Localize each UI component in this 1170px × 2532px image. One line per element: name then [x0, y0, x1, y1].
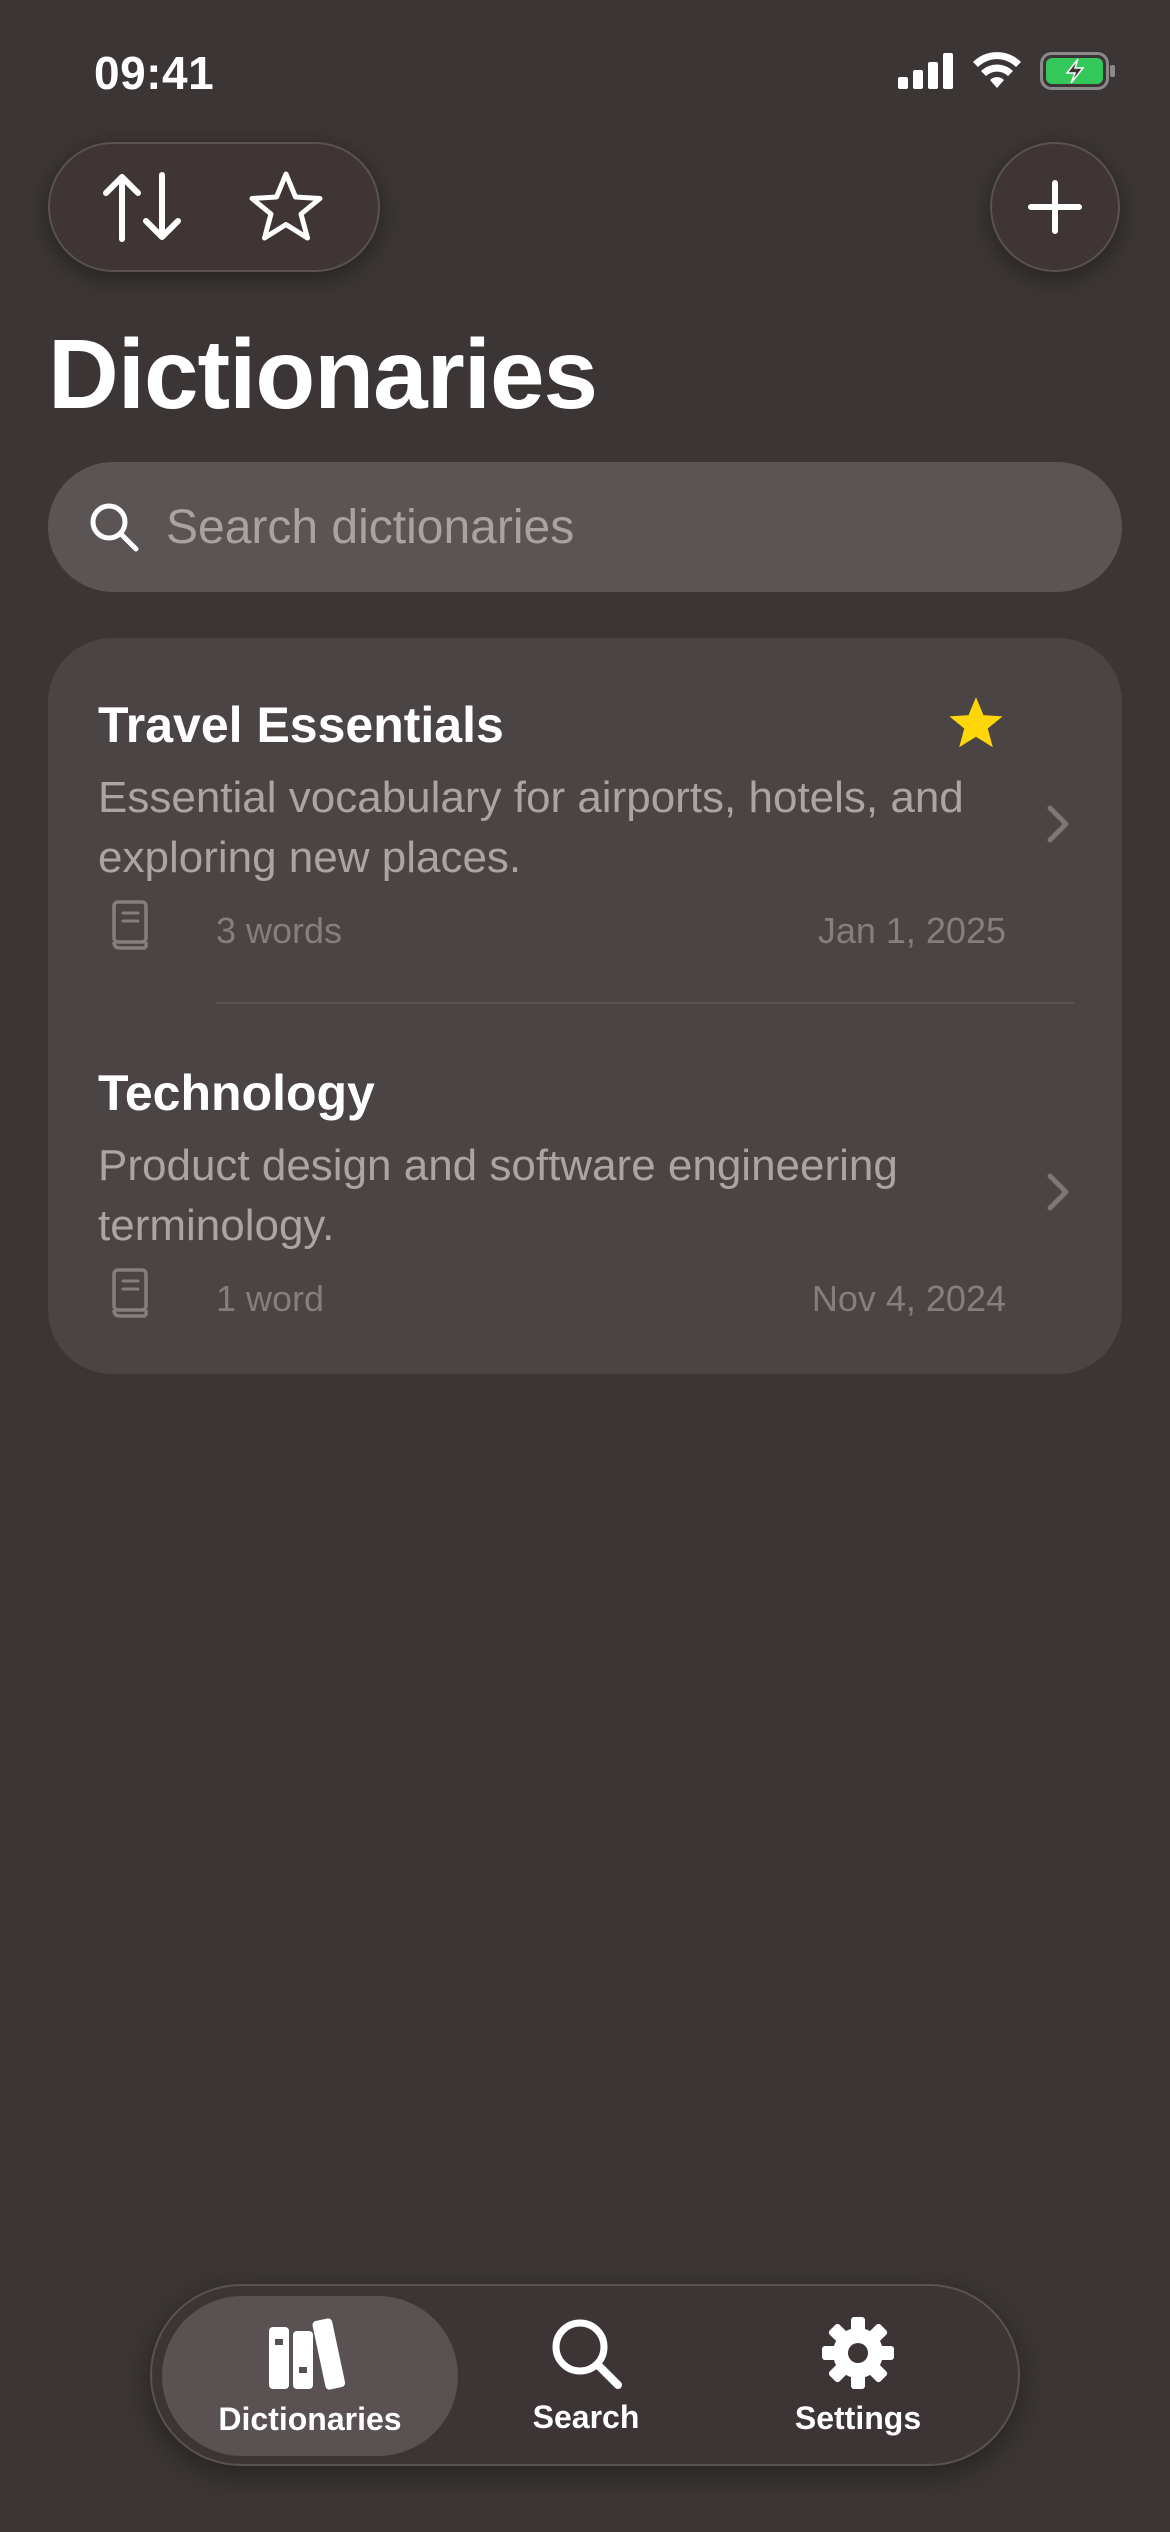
- chevron-right-icon: [1047, 805, 1069, 843]
- dictionary-row-travel-essentials[interactable]: Travel Essentials Essential vocabulary f…: [48, 638, 1122, 1004]
- tab-search[interactable]: Search: [438, 2296, 734, 2456]
- status-time: 09:41: [94, 47, 215, 99]
- dictionary-title: Travel Essentials: [98, 697, 504, 753]
- dictionary-list: Travel Essentials Essential vocabulary f…: [48, 638, 1122, 1374]
- tab-label: Dictionaries: [218, 2400, 402, 2437]
- tab-label: Search: [532, 2398, 640, 2435]
- dictionary-description: Essential vocabulary for airports, hotel…: [98, 773, 964, 882]
- chevron-right-icon: [1047, 1173, 1069, 1211]
- star-outline-icon: [249, 171, 323, 241]
- plus-icon: [1028, 180, 1082, 234]
- dictionary-description: Product design and software engineering …: [98, 1141, 898, 1250]
- word-count: 1 word: [216, 1278, 325, 1319]
- screen: 09:41 Dictionaries Search dictionaries T…: [0, 0, 1170, 2532]
- sort-button[interactable]: [87, 152, 197, 262]
- tab-settings[interactable]: Settings: [710, 2296, 1006, 2456]
- book-icon: [112, 900, 148, 950]
- book-icon: [112, 1268, 148, 1318]
- gear-icon: [822, 2316, 894, 2389]
- dictionary-date: Jan 1, 2025: [817, 910, 1006, 951]
- dictionary-date: Nov 4, 2024: [811, 1278, 1006, 1319]
- dictionary-title: Technology: [98, 1065, 375, 1121]
- arrow-up-down-icon: [103, 172, 181, 242]
- favorites-filter-button[interactable]: [231, 152, 341, 262]
- books-icon: [269, 2317, 346, 2390]
- search-icon: [90, 503, 139, 552]
- page-title: Dictionaries: [48, 319, 598, 429]
- status-icons: [898, 52, 1116, 90]
- search-field[interactable]: [48, 462, 1122, 592]
- favorite-star-icon: [949, 697, 1003, 748]
- battery-charging-icon: [1040, 52, 1115, 90]
- magnifier-icon: [552, 2319, 622, 2389]
- tab-dictionaries[interactable]: Dictionaries: [162, 2296, 458, 2456]
- tab-bar: Dictionaries Search Settings: [150, 2284, 1020, 2466]
- word-count: 3 words: [216, 910, 343, 951]
- tab-label: Settings: [794, 2399, 922, 2436]
- search-input[interactable]: [166, 499, 1066, 555]
- dictionary-row-technology[interactable]: Technology Product design and software e…: [48, 1006, 1122, 1372]
- wifi-icon: [973, 52, 1021, 88]
- row-divider: [216, 1002, 1074, 1004]
- cellular-signal-icon: [898, 53, 953, 89]
- add-dictionary-button[interactable]: [990, 142, 1120, 272]
- toolbar-pill: [48, 142, 380, 272]
